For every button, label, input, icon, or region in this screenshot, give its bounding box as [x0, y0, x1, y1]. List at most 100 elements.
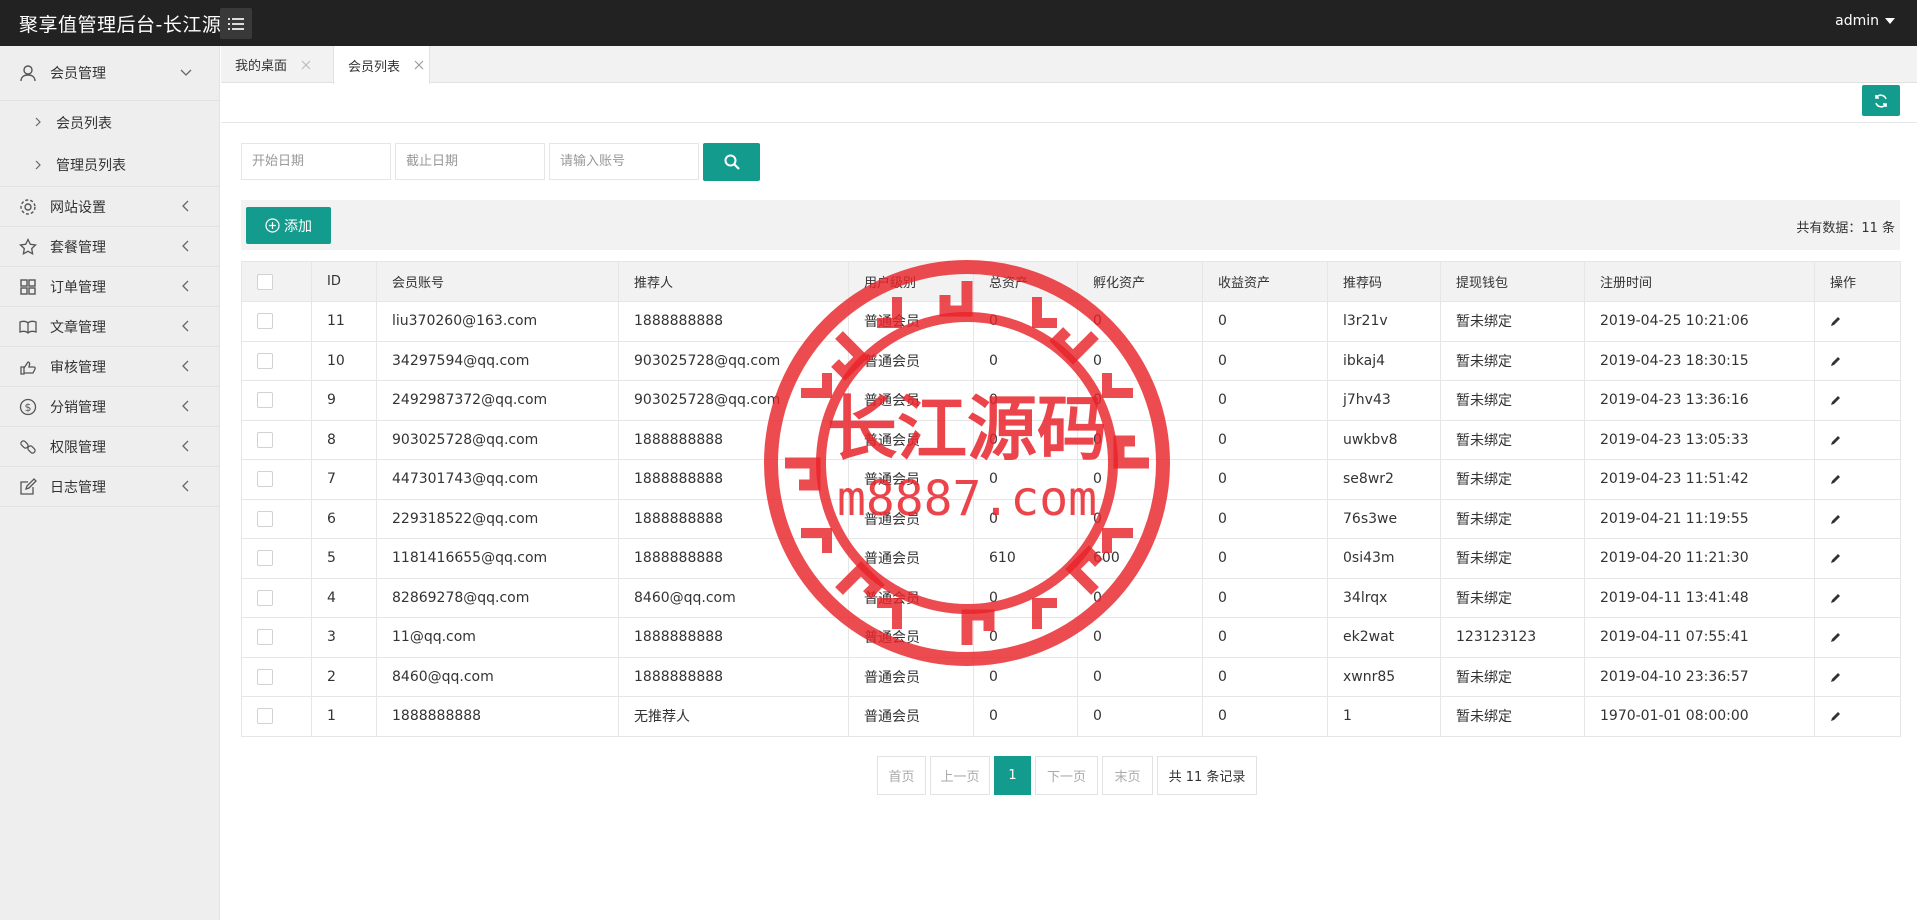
sidebar-item-log[interactable]: 日志管理 — [0, 467, 219, 507]
account-search-input[interactable] — [549, 143, 699, 180]
chevron-left-icon — [182, 360, 189, 372]
column-header: 收益资产 — [1202, 261, 1328, 302]
sidebar-item-member[interactable]: 会员管理 — [0, 46, 219, 101]
row-select-cell[interactable] — [241, 577, 312, 618]
pencil-icon[interactable] — [1830, 592, 1842, 604]
table-cell: 0 — [1077, 301, 1203, 342]
table-cell: 6 — [311, 498, 377, 539]
table-cell: xwnr85 — [1327, 656, 1441, 697]
table-cell: 229318522@qq.com — [376, 498, 619, 539]
sidebar-item-review[interactable]: 审核管理 — [0, 347, 219, 387]
row-select-cell[interactable] — [241, 419, 312, 460]
sidebar-item-label: 网站设置 — [50, 199, 106, 216]
table-row: 5 1181416655@qq.com 1888888888 普通会员 610 600 0 0… — [241, 538, 1901, 579]
tab-label: 我的桌面 — [235, 59, 288, 74]
table-cell: 2019-04-11 07:55:41 — [1584, 617, 1815, 658]
table-cell: 普通会员 — [848, 340, 974, 381]
sidebar-item-permission[interactable]: 权限管理 — [0, 427, 219, 467]
row-select-cell[interactable] — [241, 696, 312, 737]
sidebar-item-distribution[interactable]: $ 分销管理 — [0, 387, 219, 427]
close-icon[interactable] — [414, 60, 424, 70]
menu-toggle-button[interactable] — [220, 8, 252, 39]
last-page-button[interactable]: 末页 — [1102, 756, 1153, 795]
row-select-cell[interactable] — [241, 656, 312, 697]
row-select-cell[interactable] — [241, 380, 312, 421]
sidebar-item-site-settings[interactable]: 网站设置 — [0, 187, 219, 227]
tab-desktop[interactable]: 我的桌面 — [235, 46, 311, 83]
column-header: 推荐码 — [1327, 261, 1441, 302]
row-checkbox[interactable] — [257, 550, 273, 567]
table-row: 10 34297594@qq.com 903025728@qq.com 普通会员 0 0 0… — [241, 340, 1901, 381]
first-page-button[interactable]: 首页 — [877, 756, 926, 795]
table-cell: 普通会员 — [848, 538, 974, 579]
table-cell: 普通会员 — [848, 577, 974, 618]
row-select-cell[interactable] — [241, 498, 312, 539]
user-menu[interactable]: admin — [1835, 13, 1895, 29]
select-all-cell[interactable] — [241, 261, 312, 302]
select-all-checkbox[interactable] — [257, 273, 273, 290]
table-cell: 1970-01-01 08:00:00 — [1584, 696, 1815, 737]
gear-icon — [20, 199, 36, 215]
refresh-button[interactable] — [1862, 85, 1900, 116]
add-button[interactable]: 添加 — [246, 207, 331, 244]
sidebar-item-order[interactable]: 订单管理 — [0, 267, 219, 307]
pencil-icon[interactable] — [1830, 710, 1842, 722]
sidebar-subitem-admin-list[interactable]: 管理员列表 — [0, 144, 219, 187]
table-cell: 9 — [311, 380, 377, 421]
table-cell: 暂未绑定 — [1440, 538, 1585, 579]
row-checkbox[interactable] — [257, 589, 273, 606]
sidebar-item-package[interactable]: 套餐管理 — [0, 227, 219, 267]
row-checkbox[interactable] — [257, 510, 273, 527]
row-select-cell[interactable] — [241, 617, 312, 658]
table-cell: se8wr2 — [1327, 459, 1441, 500]
table-cell: 0si43m — [1327, 538, 1441, 579]
sidebar-item-article[interactable]: 文章管理 — [0, 307, 219, 347]
row-checkbox[interactable] — [257, 313, 273, 330]
sidebar-subitem-member-list[interactable]: 会员列表 — [0, 101, 219, 144]
table-cell: 2019-04-23 13:05:33 — [1584, 419, 1815, 460]
next-page-button[interactable]: 下一页 — [1035, 756, 1098, 795]
sidebar-item-label: 审核管理 — [50, 359, 106, 376]
pencil-icon[interactable] — [1830, 473, 1842, 485]
row-checkbox[interactable] — [257, 392, 273, 409]
row-checkbox[interactable] — [257, 629, 273, 646]
table-cell: 903025728@qq.com — [618, 340, 849, 381]
search-button[interactable] — [703, 143, 760, 181]
table-cell: 0 — [1077, 340, 1203, 381]
pencil-icon[interactable] — [1830, 552, 1842, 564]
row-checkbox[interactable] — [257, 708, 273, 725]
pencil-icon[interactable] — [1830, 394, 1842, 406]
pencil-icon[interactable] — [1830, 631, 1842, 643]
pencil-icon[interactable] — [1830, 315, 1842, 327]
table-cell: 0 — [1077, 459, 1203, 500]
end-date-input[interactable] — [395, 143, 545, 180]
start-date-input[interactable] — [241, 143, 391, 180]
sidebar-item-label: 权限管理 — [50, 439, 106, 456]
tab-member-list[interactable]: 会员列表 — [333, 46, 430, 84]
table-row: 3 11@qq.com 1888888888 普通会员 0 0 0 ek2wat 1231231… — [241, 617, 1901, 658]
pencil-icon[interactable] — [1830, 434, 1842, 446]
pencil-icon[interactable] — [1830, 671, 1842, 683]
row-select-cell[interactable] — [241, 301, 312, 342]
row-checkbox[interactable] — [257, 352, 273, 369]
row-select-cell[interactable] — [241, 340, 312, 381]
current-page-button[interactable]: 1 — [994, 756, 1031, 795]
table-cell: uwkbv8 — [1327, 419, 1441, 460]
row-checkbox[interactable] — [257, 431, 273, 448]
sidebar-item-label: 会员管理 — [50, 66, 106, 82]
action-cell — [1814, 498, 1901, 539]
pencil-icon[interactable] — [1830, 355, 1842, 367]
table-cell: 0 — [973, 340, 1078, 381]
table-cell: 0 — [1077, 617, 1203, 658]
close-icon[interactable] — [301, 60, 311, 70]
prev-page-button[interactable]: 上一页 — [930, 756, 990, 795]
book-icon — [19, 320, 37, 334]
search-icon — [724, 154, 740, 170]
row-checkbox[interactable] — [257, 668, 273, 685]
row-select-cell[interactable] — [241, 459, 312, 500]
row-checkbox[interactable] — [257, 471, 273, 488]
column-header: 提现钱包 — [1440, 261, 1585, 302]
row-select-cell[interactable] — [241, 538, 312, 579]
pencil-icon[interactable] — [1830, 513, 1842, 525]
table-cell: 11@qq.com — [376, 617, 619, 658]
